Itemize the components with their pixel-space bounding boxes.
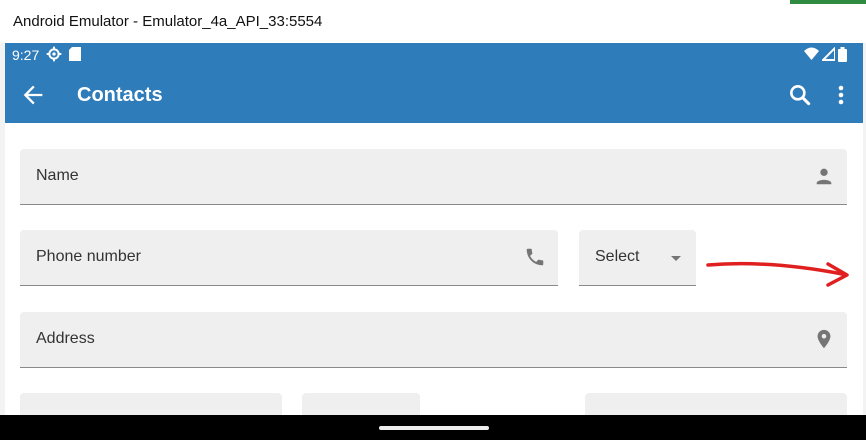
more-vert-icon[interactable] <box>831 82 851 108</box>
dropdown-arrow-icon <box>671 256 681 261</box>
name-field[interactable]: Name <box>20 149 847 205</box>
status-right-icons <box>804 47 847 62</box>
address-field-label: Address <box>36 330 95 347</box>
gesture-handle[interactable] <box>379 426 489 430</box>
window-title-bar: Android Emulator - Emulator_4a_API_33:55… <box>0 0 866 44</box>
back-arrow-icon[interactable] <box>19 81 47 109</box>
phone-number-field[interactable]: Phone number <box>20 230 558 286</box>
partial-field-2[interactable] <box>302 393 420 415</box>
signal-icon <box>822 47 835 61</box>
address-field[interactable]: Address <box>20 312 847 368</box>
battery-icon <box>838 47 847 62</box>
status-bar: 9:27 <box>5 43 863 67</box>
phone-type-select-value: Select <box>595 248 640 265</box>
navigation-bar <box>0 415 866 440</box>
window-title: Android Emulator - Emulator_4a_API_33:55… <box>13 13 323 30</box>
location-pin-icon <box>817 329 831 349</box>
app-bar: Contacts <box>5 67 863 123</box>
app-title: Contacts <box>77 84 163 106</box>
phone-type-select[interactable]: Select <box>579 230 696 286</box>
phone-number-field-label: Phone number <box>36 248 141 265</box>
search-icon[interactable] <box>787 82 813 108</box>
partial-field-3[interactable] <box>585 393 847 415</box>
partial-field-1[interactable] <box>20 393 282 415</box>
settings-gear-icon <box>46 46 62 62</box>
annotation-arrow <box>706 261 849 287</box>
name-field-label: Name <box>36 167 79 184</box>
window-corner-accent <box>790 0 866 4</box>
phone-icon <box>526 248 544 266</box>
wifi-icon <box>804 47 819 60</box>
sd-card-icon <box>69 47 81 61</box>
status-time: 9:27 <box>12 47 40 63</box>
person-icon <box>816 168 832 185</box>
